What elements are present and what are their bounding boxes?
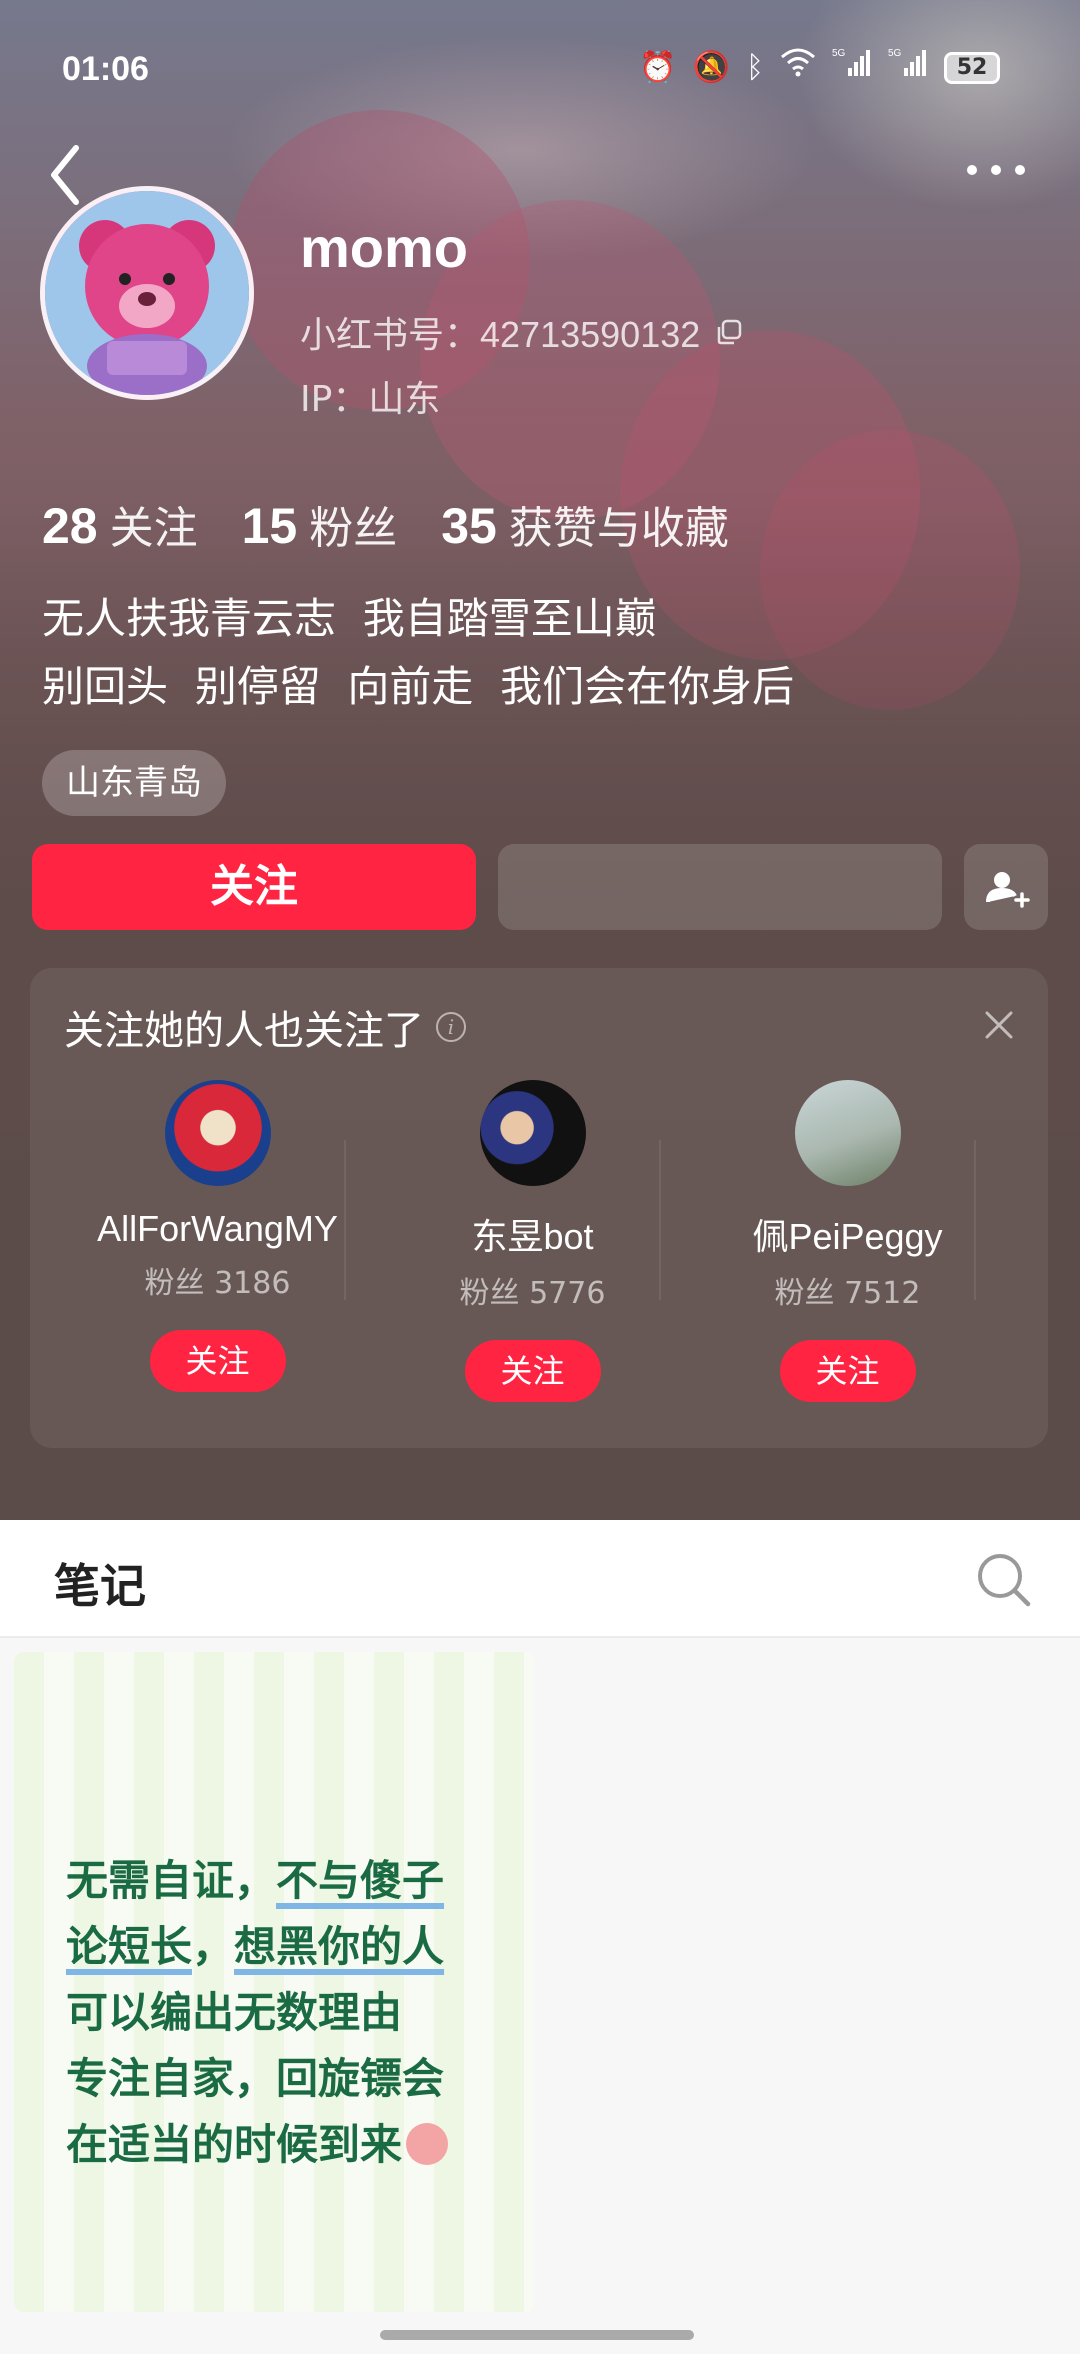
add-user-icon [986, 872, 1030, 908]
back-button[interactable] [40, 140, 100, 210]
add-friend-button[interactable] [964, 844, 1048, 930]
recommend-user-name: 东昱bot [471, 1216, 594, 1257]
stat-label: 粉丝 [309, 503, 398, 554]
search-icon [978, 1554, 1031, 1607]
message-button[interactable] [498, 844, 942, 930]
stat-following[interactable]: 28 关注 [42, 492, 198, 556]
profile-stats: 28 关注 15 粉丝 35 获赞与收藏 [42, 492, 729, 556]
profile-actions: 关注 [32, 844, 1048, 930]
recommend-title-row: 关注她的人也关注了 i [64, 998, 466, 1056]
red-id-label: 小红书号： [300, 315, 481, 356]
close-icon [985, 1011, 1013, 1039]
signal-5g-icon: 5G [832, 46, 872, 89]
svg-text:5G: 5G [888, 48, 902, 59]
recommend-users: AllForWangMY 粉丝 3186 关注 东昱bot 粉丝 5776 关注… [30, 1080, 1048, 1410]
red-id-row: 小红书号：42713590132 [300, 306, 744, 358]
info-icon[interactable]: i [436, 1012, 466, 1042]
divider [974, 1140, 976, 1300]
pink-bear-avatar-icon [45, 191, 249, 395]
divider [344, 1140, 346, 1300]
ip-label: IP： [300, 379, 369, 420]
recommend-follow-button[interactable]: 关注 [779, 1340, 916, 1402]
note-card[interactable]: 无需自证，不与傻子 论短长，想黑你的人 可以编出无数理由 专注自家，回旋镖会 在… [14, 1652, 534, 2312]
chevron-left-icon [51, 145, 79, 205]
recommend-user[interactable]: 佩PeiPeggy 粉丝 7512 关注 [690, 1080, 1005, 1410]
note-text-fragment: 无需自证， [66, 1856, 277, 1905]
fans-count: 3186 [214, 1266, 291, 1301]
avatar[interactable] [40, 186, 254, 400]
note-text-fragment: 想黑你的人 [234, 1922, 445, 1971]
recommend-user-avatar [794, 1080, 901, 1186]
fans-label: 粉丝 [459, 1276, 520, 1311]
status-bar: 01:06 ⏰ 🔕 ᛒ 5G 5G 52 [0, 0, 1080, 140]
svg-text:5G: 5G [832, 48, 846, 59]
note-text-fragment: 不与傻子 [276, 1856, 445, 1905]
alarm-icon: ⏰ [639, 49, 677, 85]
stat-number: 35 [441, 498, 497, 554]
close-recommend-button[interactable] [982, 1008, 1016, 1042]
ip-value: 山东 [368, 379, 441, 420]
notes-search-button[interactable] [972, 1548, 1036, 1612]
recommend-user-fans: 粉丝 5776 [375, 1268, 690, 1312]
ip-location: IP：山东 [300, 370, 440, 422]
note-cover-text: 无需自证，不与傻子 论短长，想黑你的人 可以编出无数理由 专注自家，回旋镖会 在… [66, 1848, 506, 2178]
follow-button[interactable]: 关注 [32, 844, 476, 930]
recommend-user-name: 佩PeiPeggy [752, 1216, 943, 1257]
recommend-follow-button[interactable]: 关注 [464, 1340, 601, 1402]
recommend-user-fans: 粉丝 3186 [60, 1258, 375, 1302]
bluetooth-icon: ᛒ [746, 49, 764, 85]
home-indicator[interactable] [380, 2330, 694, 2340]
signal-5g-icon-2: 5G [888, 46, 928, 89]
recommend-user-name: AllForWangMY [97, 1208, 338, 1249]
red-id-value: 42713590132 [480, 314, 701, 355]
divider [659, 1140, 661, 1300]
notes-feed: 无需自证，不与傻子 论短长，想黑你的人 可以编出无数理由 专注自家，回旋镖会 在… [0, 1638, 1080, 2354]
stat-label: 获赞与收藏 [508, 503, 729, 554]
recommend-card: 关注她的人也关注了 i AllForWangMY 粉丝 3186 关注 东昱bo… [30, 968, 1048, 1448]
fans-count: 5776 [529, 1276, 606, 1311]
recommend-user-avatar [164, 1080, 271, 1186]
note-text-line: 专注自家，回旋镖会 [66, 2054, 445, 2103]
location-tag[interactable]: 山东青岛 [42, 750, 226, 816]
bio: 无人扶我青云志 我自踏雪至山巅 别回头 别停留 向前走 我们会在你身后 [42, 585, 794, 721]
note-text-fragment: 论短长 [66, 1922, 193, 1971]
emoji-icon [406, 2123, 449, 2165]
mute-icon: 🔕 [692, 49, 730, 85]
stat-followers[interactable]: 15 粉丝 [242, 492, 398, 556]
bio-line: 无人扶我青云志 我自踏雪至山巅 [42, 594, 657, 643]
nickname: momo [300, 216, 468, 279]
stat-number: 15 [241, 498, 298, 554]
more-dots-icon [960, 160, 1032, 179]
notes-tab-bar: 笔记 [0, 1520, 1080, 1638]
stat-label: 关注 [109, 503, 198, 554]
note-text-fragment: 在适当的时候到来 [66, 2120, 403, 2169]
fans-label: 粉丝 [144, 1266, 205, 1301]
recommend-user-avatar [479, 1080, 586, 1186]
more-button[interactable] [960, 160, 1040, 200]
status-time: 01:06 [62, 50, 149, 88]
wifi-icon [780, 47, 816, 88]
recommend-user[interactable]: 东昱bot 粉丝 5776 关注 [375, 1080, 690, 1410]
fans-label: 粉丝 [774, 1276, 835, 1311]
bio-line: 别回头 别停留 向前走 我们会在你身后 [42, 662, 795, 711]
tab-notes[interactable]: 笔记 [54, 1550, 146, 1616]
copy-icon[interactable] [714, 317, 744, 347]
battery-icon: 52 [944, 51, 1000, 84]
stat-number: 28 [42, 498, 98, 554]
fans-count: 7512 [844, 1276, 921, 1311]
recommend-title: 关注她的人也关注了 [64, 1008, 424, 1054]
status-icons: ⏰ 🔕 ᛒ 5G 5G 52 [639, 46, 1000, 89]
note-text-fragment: ， [192, 1922, 235, 1971]
note-text-line: 可以编出无数理由 [66, 1988, 403, 2037]
recommend-user-fans: 粉丝 7512 [690, 1268, 1005, 1312]
recommend-follow-button[interactable]: 关注 [149, 1330, 286, 1392]
stat-likes-collects[interactable]: 35 获赞与收藏 [441, 492, 729, 556]
recommend-user[interactable]: AllForWangMY 粉丝 3186 关注 [60, 1080, 375, 1410]
